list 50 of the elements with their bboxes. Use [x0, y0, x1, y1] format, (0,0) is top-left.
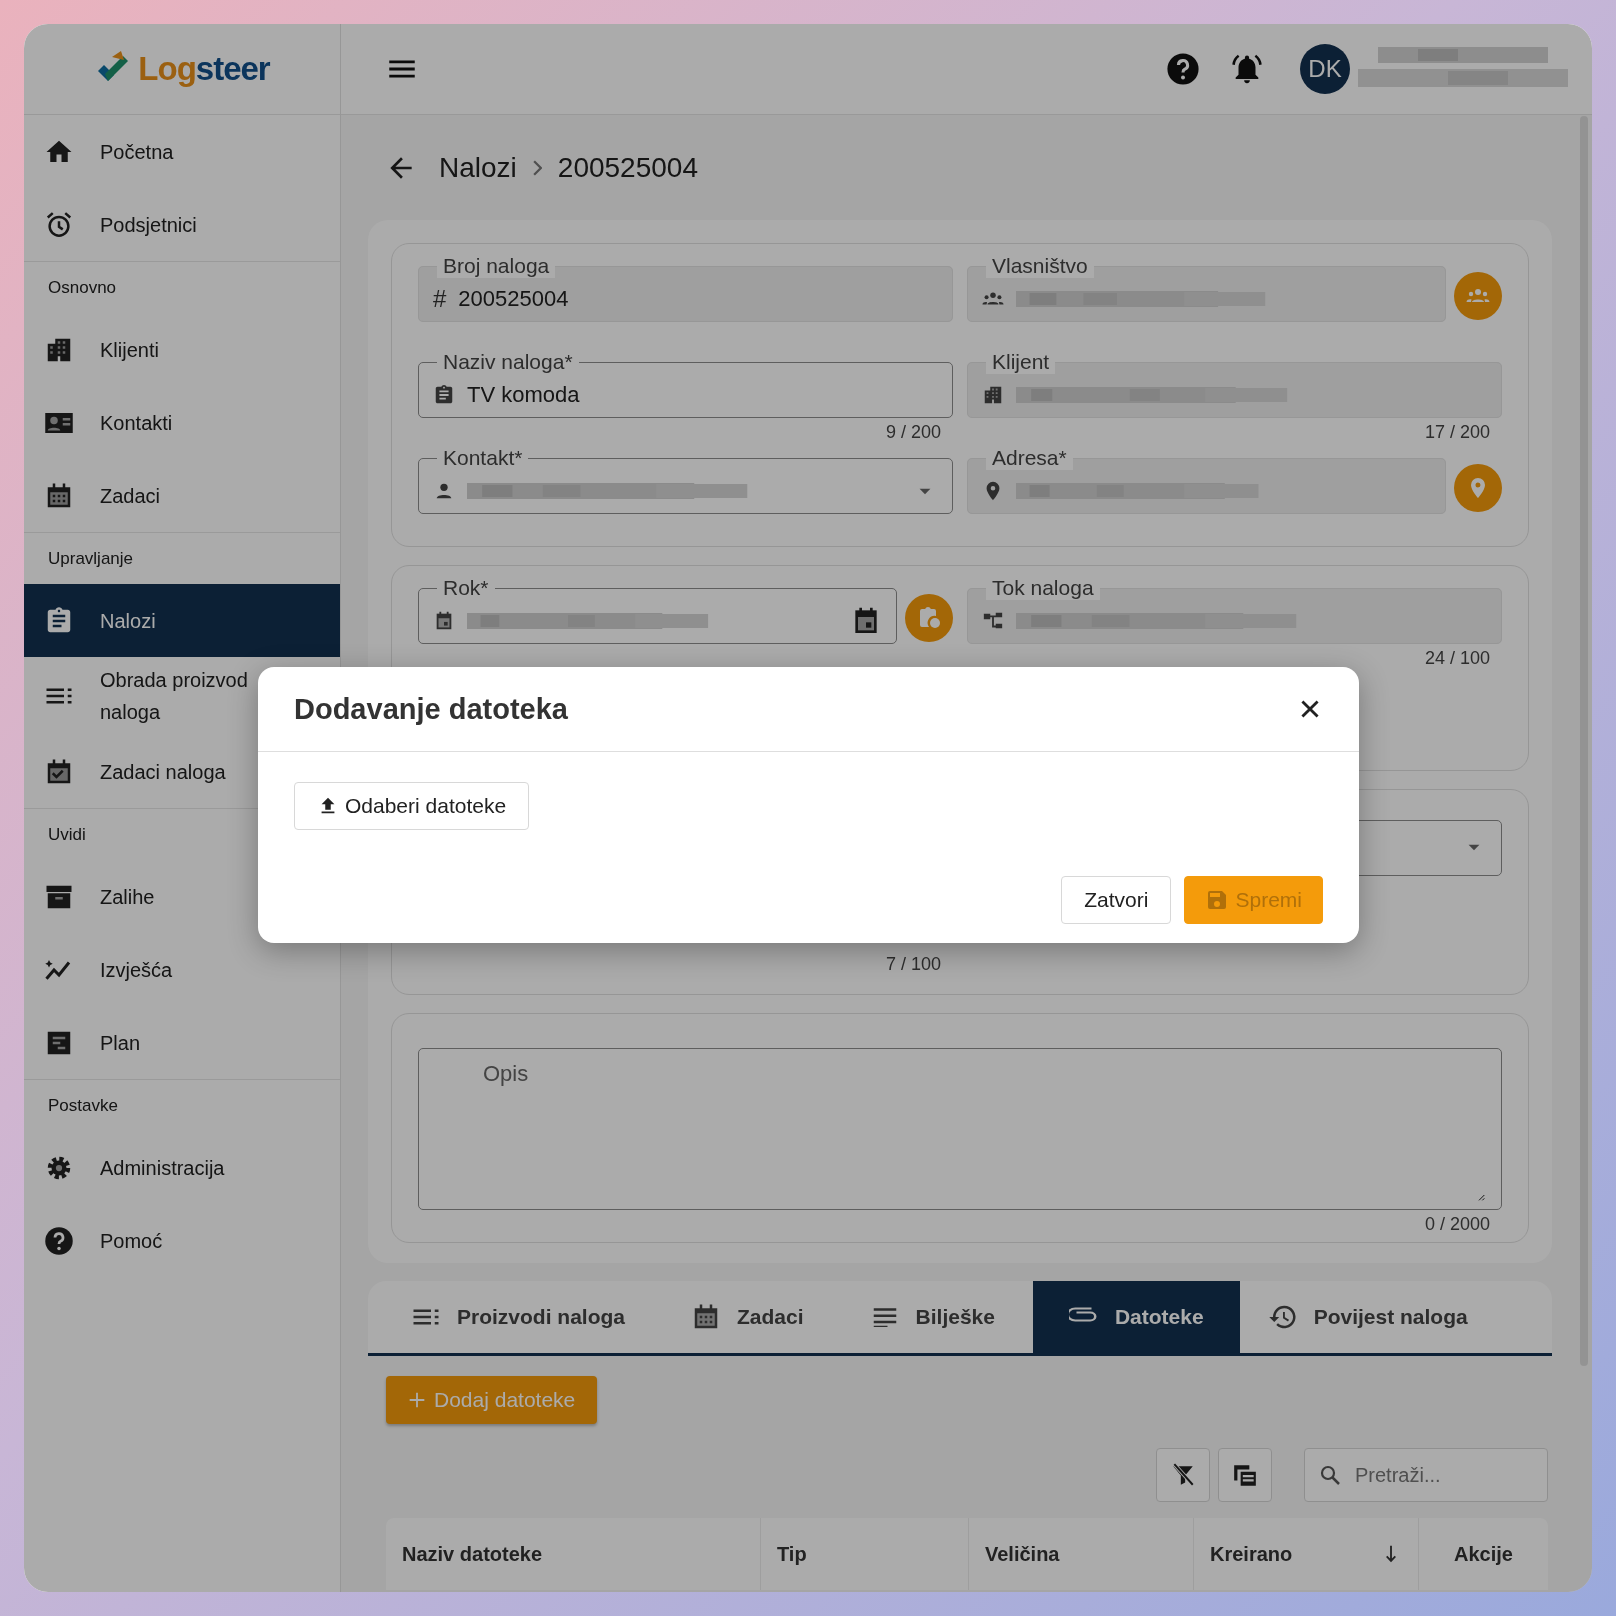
- column-header[interactable]: Naziv datoteke: [402, 1542, 543, 1566]
- section-label: Upravljanje: [48, 548, 134, 569]
- section-label: Postavke: [48, 1095, 118, 1116]
- clipboard-icon: [433, 383, 455, 406]
- nav-item[interactable]: Administracija: [24, 1131, 340, 1204]
- nav-item[interactable]: Zadaci: [24, 459, 340, 532]
- chevron-right-icon: [532, 159, 542, 176]
- section-label: Osnovno: [48, 277, 117, 298]
- tab[interactable]: Bilješke: [841, 1281, 1033, 1353]
- nav-item[interactable]: Pomoć: [24, 1204, 340, 1277]
- nav-item[interactable]: Izvješća: [24, 933, 340, 1006]
- column-header[interactable]: Veličina: [985, 1542, 1060, 1566]
- columns-icon: [1232, 1462, 1258, 1488]
- help-icon[interactable]: [1166, 52, 1200, 86]
- clear-filter-button[interactable]: [1156, 1448, 1210, 1502]
- nav-item[interactable]: Plan: [24, 1006, 340, 1079]
- clipboard-clock-icon: [917, 606, 941, 630]
- avatar[interactable]: DK: [1300, 44, 1350, 94]
- breadcrumb-current: 200525004: [557, 151, 698, 184]
- nav-item[interactable]: Nalozi: [24, 584, 340, 657]
- bell-icon[interactable]: [1230, 52, 1264, 86]
- dialog-title: Dodavanje datoteka: [294, 692, 568, 726]
- text-area[interactable]: Opis: [418, 1048, 1502, 1210]
- tab[interactable]: Datoteke: [1032, 1281, 1240, 1353]
- nav-item[interactable]: Podsjetnici: [24, 188, 340, 261]
- char-counter: 9 / 200: [885, 421, 941, 443]
- char-counter: 24 / 100: [1424, 647, 1490, 669]
- help-icon: [44, 1225, 74, 1256]
- search-icon: [1318, 1463, 1342, 1487]
- column-header[interactable]: Kreirano: [1210, 1542, 1293, 1566]
- filter-off-icon: [1170, 1462, 1196, 1488]
- close-button[interactable]: Zatvori: [1061, 876, 1172, 924]
- char-counter: 0 / 2000: [1424, 1213, 1490, 1235]
- tab[interactable]: Zadaci: [663, 1281, 842, 1353]
- column-chooser-button[interactable]: [1218, 1448, 1272, 1502]
- nav-item[interactable]: Početna: [24, 115, 340, 188]
- choose-files-button[interactable]: Odaberi datoteke: [294, 782, 530, 830]
- logo[interactable]: Logsteer: [94, 49, 270, 89]
- section-label: Uvidi: [48, 824, 86, 845]
- char-counter: 7 / 100: [885, 953, 941, 975]
- nav-item[interactable]: Klijenti: [24, 313, 340, 386]
- nav-item[interactable]: Kontakti: [24, 386, 340, 459]
- breadcrumb-link[interactable]: Nalozi: [439, 151, 517, 184]
- tab[interactable]: Povijest naloga: [1239, 1281, 1506, 1353]
- tab[interactable]: Proizvodi naloga: [383, 1281, 664, 1353]
- column-header[interactable]: Tip: [777, 1542, 807, 1566]
- search-field[interactable]: Pretraži...: [1304, 1448, 1548, 1502]
- char-counter: 17 / 200: [1424, 421, 1490, 443]
- nav-item[interactable]: Zalihe: [24, 860, 340, 933]
- column-header[interactable]: Akcije: [1454, 1542, 1513, 1566]
